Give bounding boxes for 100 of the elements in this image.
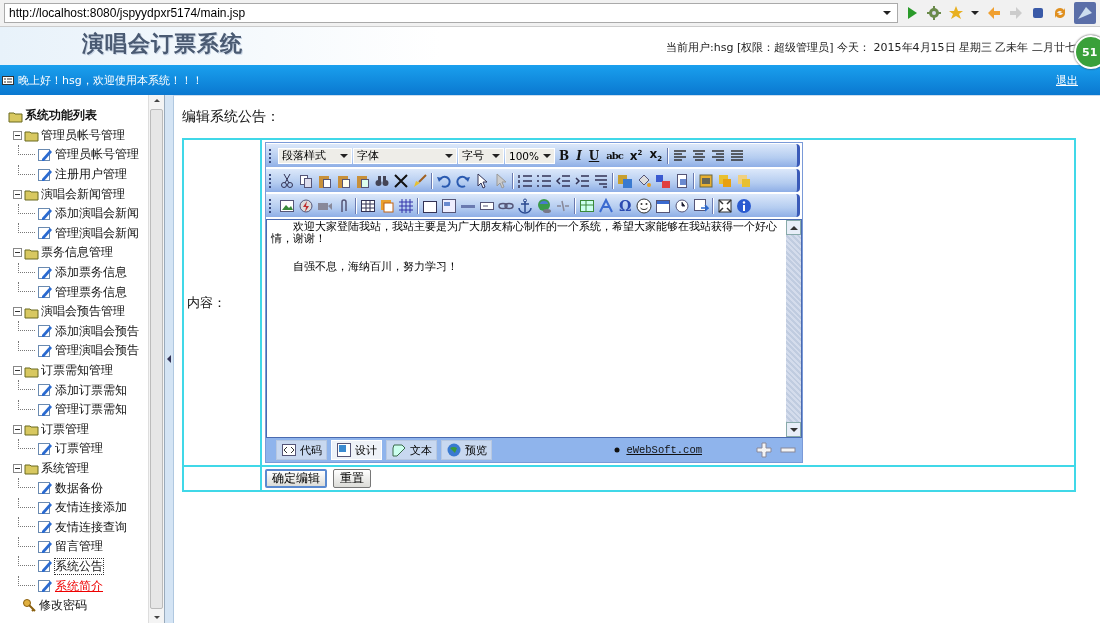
align-left-icon[interactable] — [672, 147, 689, 164]
tree-item[interactable]: 友情连接添加 — [55, 500, 127, 516]
key-icon — [22, 598, 37, 614]
form-button[interactable]: 确定编辑 — [265, 469, 327, 488]
collapse-arrow-icon[interactable] — [166, 354, 172, 364]
clock-icon[interactable] — [674, 197, 691, 214]
folder-icon — [24, 187, 39, 202]
form-button[interactable]: 重置 — [333, 469, 371, 488]
smiley-icon[interactable] — [636, 197, 653, 214]
text-mode-icon — [391, 442, 407, 458]
collapse-icon[interactable] — [13, 189, 22, 199]
collapse-icon[interactable] — [13, 424, 22, 434]
toolbar-app-icon[interactable] — [1074, 2, 1096, 24]
tree-item[interactable]: 管理票务信息 — [55, 284, 127, 300]
tree-item[interactable]: 管理员帐号管理 — [55, 147, 139, 163]
form-icon[interactable] — [441, 197, 457, 214]
tree-item[interactable]: 系统公告 — [55, 558, 103, 574]
cut-icon[interactable] — [279, 172, 295, 189]
format-button[interactable]: x$_{2}$ — [646, 147, 666, 164]
tree-item[interactable]: 管理订票需知 — [55, 402, 127, 418]
bullet-list-icon[interactable] — [536, 172, 552, 189]
address-field[interactable]: http://localhost:8080/jspyydpxr5174/main.jsp — [4, 3, 898, 23]
tree-item[interactable]: 友情连接查询 — [55, 519, 127, 535]
tree-item[interactable]: 添加演唱会预告 — [55, 323, 139, 339]
brush-icon[interactable] — [412, 172, 428, 189]
table-icon[interactable] — [360, 197, 376, 214]
fullscreen-icon[interactable] — [717, 197, 734, 214]
format-button[interactable]: B — [556, 148, 573, 163]
tree-item[interactable]: 订票管理 — [55, 441, 103, 457]
tree-item[interactable]: 数据备份 — [55, 480, 103, 496]
copy-icon[interactable] — [298, 172, 314, 189]
collapse-icon[interactable] — [13, 366, 22, 375]
tree-group[interactable]: 演唱会新闻管理 — [41, 186, 125, 202]
letter-a-icon[interactable] — [598, 197, 614, 214]
grid-icon[interactable] — [398, 197, 414, 214]
logout-link[interactable]: 退出 — [1056, 72, 1078, 88]
image-icon[interactable] — [279, 197, 295, 214]
tree-item[interactable]: 添加订票需知 — [55, 382, 127, 398]
justify-icon[interactable] — [729, 147, 746, 164]
gear-icon[interactable] — [926, 5, 942, 21]
tree-item[interactable]: 管理演唱会新闻 — [55, 225, 139, 241]
tree-item[interactable]: 注册用户管理 — [55, 167, 127, 183]
highlight-icon[interactable] — [655, 172, 671, 189]
stop-icon[interactable] — [1030, 5, 1046, 21]
pencil-note-icon — [37, 264, 53, 281]
mode-tab[interactable]: 代码 — [276, 440, 327, 460]
flash-icon[interactable] — [298, 197, 314, 214]
tree-group[interactable]: 管理员帐号管理 — [41, 127, 125, 143]
indent-icon[interactable] — [574, 172, 590, 189]
delete-icon[interactable] — [393, 172, 409, 189]
tree-group[interactable]: 订票管理 — [41, 421, 89, 437]
mode-tab[interactable]: 设计 — [331, 440, 382, 460]
toolbar-dropdown[interactable]: 段落样式 — [278, 147, 352, 164]
tree-item[interactable]: 添加演唱会新闻 — [55, 206, 139, 222]
outdent-icon[interactable] — [555, 172, 571, 189]
collapse-icon[interactable] — [13, 248, 22, 258]
tree-item[interactable]: 系统简介 — [55, 578, 103, 594]
credit-link[interactable]: eWebSoft.com — [626, 444, 702, 456]
align-center-icon[interactable] — [691, 147, 708, 164]
scrollbar-thumb[interactable] — [150, 109, 164, 609]
tree-item[interactable]: 修改密码 — [39, 598, 87, 614]
paint-bucket-icon[interactable] — [636, 172, 652, 189]
collapse-icon[interactable] — [13, 130, 22, 140]
format-button[interactable]: I — [573, 148, 585, 163]
tree-item[interactable]: 添加票务信息 — [55, 265, 127, 281]
tree-group[interactable]: 票务信息管理 — [41, 245, 113, 261]
paragraph-icon[interactable] — [593, 172, 609, 189]
pencil-note-icon — [37, 440, 53, 457]
globe-icon[interactable] — [536, 197, 552, 214]
page-icon[interactable] — [674, 172, 690, 189]
format-button[interactable]: U — [585, 148, 603, 163]
format-button[interactable]: abc — [603, 150, 626, 161]
tree-group[interactable]: 系统管理 — [41, 461, 89, 476]
numbered-list-icon[interactable] — [517, 172, 533, 189]
scroll-up-icon[interactable] — [788, 223, 799, 232]
tree-group[interactable]: 演唱会预告管理 — [41, 304, 125, 320]
align-right-icon[interactable] — [710, 147, 727, 164]
special-character-button[interactable]: Ω — [616, 197, 635, 214]
tree-item[interactable]: 管理演唱会预告 — [55, 343, 139, 359]
calendar-icon[interactable] — [655, 197, 672, 214]
format-button[interactable]: x$^{2}$ — [626, 148, 646, 163]
star-icon[interactable] — [948, 5, 964, 21]
pencil-note-icon — [37, 323, 53, 340]
anchor-icon[interactable] — [517, 197, 533, 214]
scrollbar[interactable] — [786, 220, 801, 437]
tree-group[interactable]: 订票需知管理 — [41, 363, 113, 378]
tree-root[interactable]: 系统功能列表 — [25, 108, 97, 124]
scroll-down-icon[interactable] — [788, 425, 799, 434]
toolbar-dropdown[interactable]: 字号 — [458, 147, 504, 164]
mode-tab[interactable]: 预览 — [441, 440, 492, 460]
toolbar-dropdown[interactable]: 100% — [505, 147, 555, 164]
info-icon[interactable] — [736, 197, 753, 214]
collapse-icon[interactable] — [13, 307, 22, 317]
toolbar-dropdown[interactable]: 字体 — [353, 147, 457, 164]
tree-item[interactable]: 留言管理 — [55, 539, 103, 555]
collapse-icon[interactable] — [13, 464, 22, 473]
text-color-icon[interactable] — [617, 172, 633, 189]
import-icon[interactable] — [693, 197, 710, 214]
mode-tab[interactable]: 文本 — [386, 440, 437, 460]
cursor-icon[interactable] — [474, 172, 490, 189]
